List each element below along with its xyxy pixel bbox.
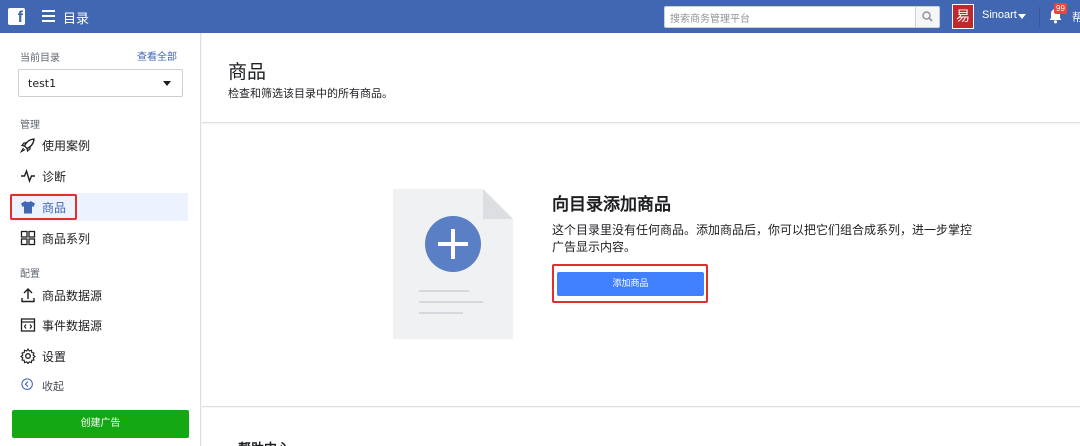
menu-title[interactable]: 目录	[63, 8, 89, 27]
sidebar-item-label: 商品数据源	[42, 289, 103, 303]
help-link[interactable]: 帮	[1072, 9, 1080, 25]
help-center-title: 帮助中心	[238, 438, 290, 446]
hamburger-menu-icon[interactable]	[42, 10, 55, 22]
rocket-icon	[20, 138, 35, 153]
empty-state-description: 这个目录里没有任何商品。添加商品后，你可以把它们组合成系列，进一步掌控广告显示内…	[552, 223, 973, 254]
empty-state-title: 向目录添加商品	[552, 195, 671, 215]
highlight-box	[10, 194, 77, 220]
search-box	[664, 6, 940, 30]
sidebar-item-label: 商品系列	[42, 232, 91, 246]
search-input[interactable]	[665, 9, 915, 30]
divider	[1039, 7, 1040, 27]
catalog-select[interactable]: test1	[18, 69, 183, 97]
upload-icon	[21, 288, 35, 303]
section-manage: 管理	[20, 120, 40, 131]
sidebar-item-product-data-sources[interactable]: 商品数据源	[10, 281, 188, 309]
sidebar-item-settings[interactable]: 设置	[10, 342, 188, 370]
section-config: 配置	[20, 269, 40, 280]
sidebar-item-label: 设置	[42, 350, 67, 364]
current-catalog-label: 当前目录	[20, 53, 60, 64]
sidebar-item-label: 事件数据源	[42, 319, 103, 333]
highlight-box: 添加商品	[552, 264, 708, 303]
caret-down-icon	[163, 81, 171, 86]
search-icon	[922, 11, 933, 22]
document-plus-icon	[393, 189, 513, 339]
empty-state-panel: 向目录添加商品 这个目录里没有任何商品。添加商品后，你可以把它们组合成系列，进一…	[202, 124, 1080, 407]
page-title: 商品	[228, 61, 267, 83]
sidebar-item-use-cases[interactable]: 使用案例	[10, 131, 188, 159]
catalog-select-value: test1	[28, 77, 57, 90]
gear-icon	[20, 348, 36, 364]
sidebar-item-label: 诊断	[42, 170, 67, 184]
sidebar-item-label: 使用案例	[42, 139, 91, 153]
page-subtitle: 检查和筛选该目录中的所有商品。	[228, 87, 393, 100]
sidebar-item-event-data-sources[interactable]: 事件数据源	[10, 311, 188, 339]
help-panel: 帮助中心	[202, 408, 1080, 446]
top-bar: f 目录 易 Sinoart 99 帮	[0, 0, 1080, 33]
facebook-logo-icon[interactable]: f	[8, 8, 25, 26]
collapse-label: 收起	[42, 380, 64, 393]
sidebar-collapse[interactable]: 收起	[10, 372, 188, 400]
pulse-icon	[21, 168, 35, 184]
search-button[interactable]	[915, 7, 939, 27]
sidebar-item-product-sets[interactable]: 商品系列	[10, 224, 188, 252]
sidebar: 当前目录 查看全部 test1 管理 使用案例 诊断 商品 商品系列 配置 商品…	[0, 33, 201, 446]
page-header: 商品 检查和筛选该目录中的所有商品。	[202, 33, 1080, 123]
collapse-icon	[21, 378, 33, 390]
create-ad-button[interactable]: 创建广告	[12, 410, 189, 438]
notification-badge: 99	[1054, 3, 1067, 14]
view-all-link[interactable]: 查看全部	[137, 48, 177, 63]
user-name[interactable]: Sinoart	[982, 9, 1017, 21]
add-products-button[interactable]: 添加商品	[557, 272, 704, 296]
avatar[interactable]: 易	[952, 4, 974, 29]
chevron-down-icon[interactable]	[1018, 14, 1026, 19]
sidebar-item-diagnostics[interactable]: 诊断	[10, 162, 188, 190]
code-icon	[20, 318, 36, 332]
grid-icon	[20, 230, 36, 246]
